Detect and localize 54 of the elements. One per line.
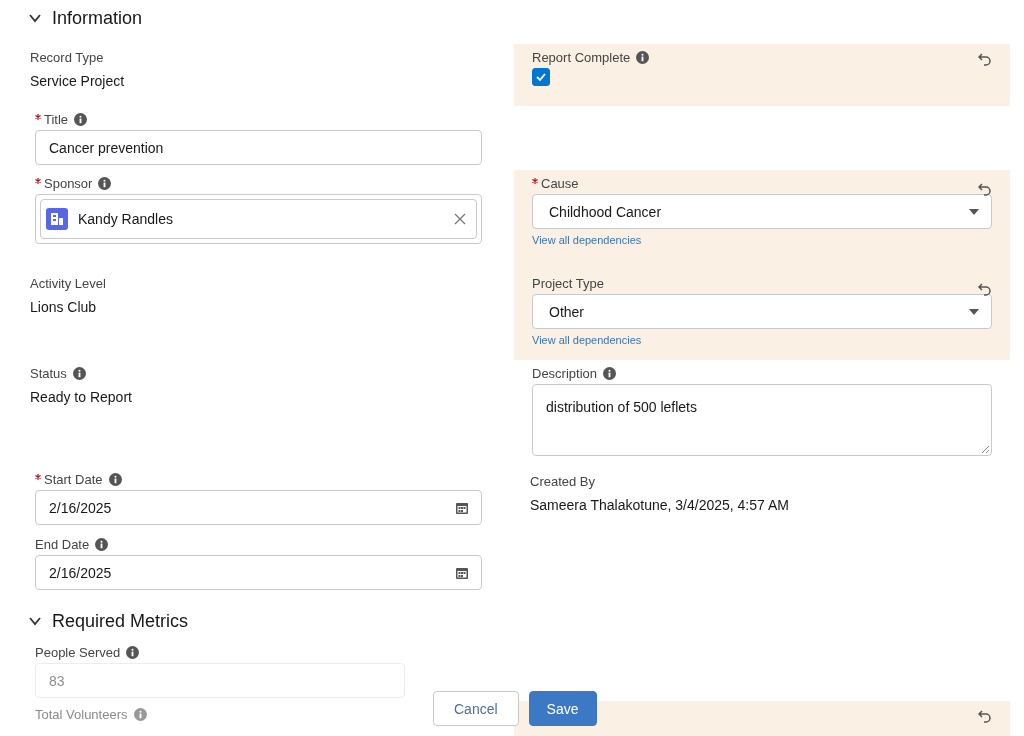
section-header[interactable]: Required Metrics [0, 603, 1024, 639]
field-label: People Served [35, 645, 121, 660]
info-icon[interactable] [603, 367, 617, 380]
field-label: Status [30, 366, 67, 381]
dropdown-icon [969, 308, 979, 315]
field-label: End Date [35, 537, 90, 552]
picklist-select[interactable]: Other [532, 294, 992, 329]
field-label: Project Type [532, 276, 605, 291]
field-label: Cause [541, 176, 579, 191]
field-label: Start Date [44, 472, 103, 487]
description-textarea[interactable]: distribution of 500 leflets [532, 384, 992, 456]
field-label: Total Volunteers [35, 707, 128, 722]
cancel-button[interactable]: Cancel [433, 691, 519, 726]
close-icon[interactable] [454, 213, 466, 225]
calendar-icon[interactable] [455, 565, 469, 580]
section-title: Required Metrics [52, 610, 189, 632]
undo-icon[interactable] [978, 182, 992, 196]
undo-icon[interactable] [978, 282, 992, 296]
info-icon[interactable] [98, 177, 112, 190]
undo-icon[interactable] [978, 709, 992, 723]
dropdown-icon [969, 208, 979, 215]
date-input[interactable]: 2/16/2025 [35, 490, 482, 525]
record-name: Kandy Randles [78, 211, 174, 227]
field-value: Service Project [30, 73, 126, 89]
section-title: Information [52, 7, 143, 29]
field-label: Title [44, 112, 69, 127]
info-icon[interactable] [74, 113, 88, 126]
info-icon[interactable] [95, 538, 109, 551]
field-label: Sponsor [44, 176, 93, 191]
building-icon [46, 208, 68, 230]
field-value: Lions Club [30, 299, 98, 315]
field-label: Created By [530, 474, 596, 489]
checkbox[interactable] [532, 68, 550, 86]
dependencies-link[interactable]: View all dependencies [532, 234, 642, 246]
section-header[interactable]: Information [0, 0, 1024, 36]
info-icon[interactable] [636, 51, 650, 64]
date-input[interactable]: 2/16/2025 [35, 555, 482, 590]
calendar-icon[interactable] [455, 500, 469, 515]
field-value: Ready to Report [30, 389, 133, 405]
save-button[interactable]: Save [528, 691, 597, 726]
field-label: Record Type [30, 50, 104, 65]
check-icon [535, 71, 547, 83]
field-label: Activity Level [30, 276, 106, 291]
undo-icon[interactable] [978, 52, 992, 66]
text-input[interactable]: Cancer prevention [35, 130, 482, 165]
picklist-select[interactable]: Childhood Cancer [532, 194, 992, 229]
field-label: Report Complete [532, 50, 631, 65]
dependencies-link[interactable]: View all dependencies [532, 334, 642, 346]
field-value: Sameera Thalakotune, 3/4/2025, 4:57 AM [530, 497, 790, 513]
info-icon[interactable] [72, 367, 86, 380]
resize-handle-icon[interactable] [981, 445, 989, 453]
info-icon[interactable] [108, 473, 122, 486]
info-icon[interactable] [126, 646, 140, 659]
field-label: Description [532, 366, 598, 381]
